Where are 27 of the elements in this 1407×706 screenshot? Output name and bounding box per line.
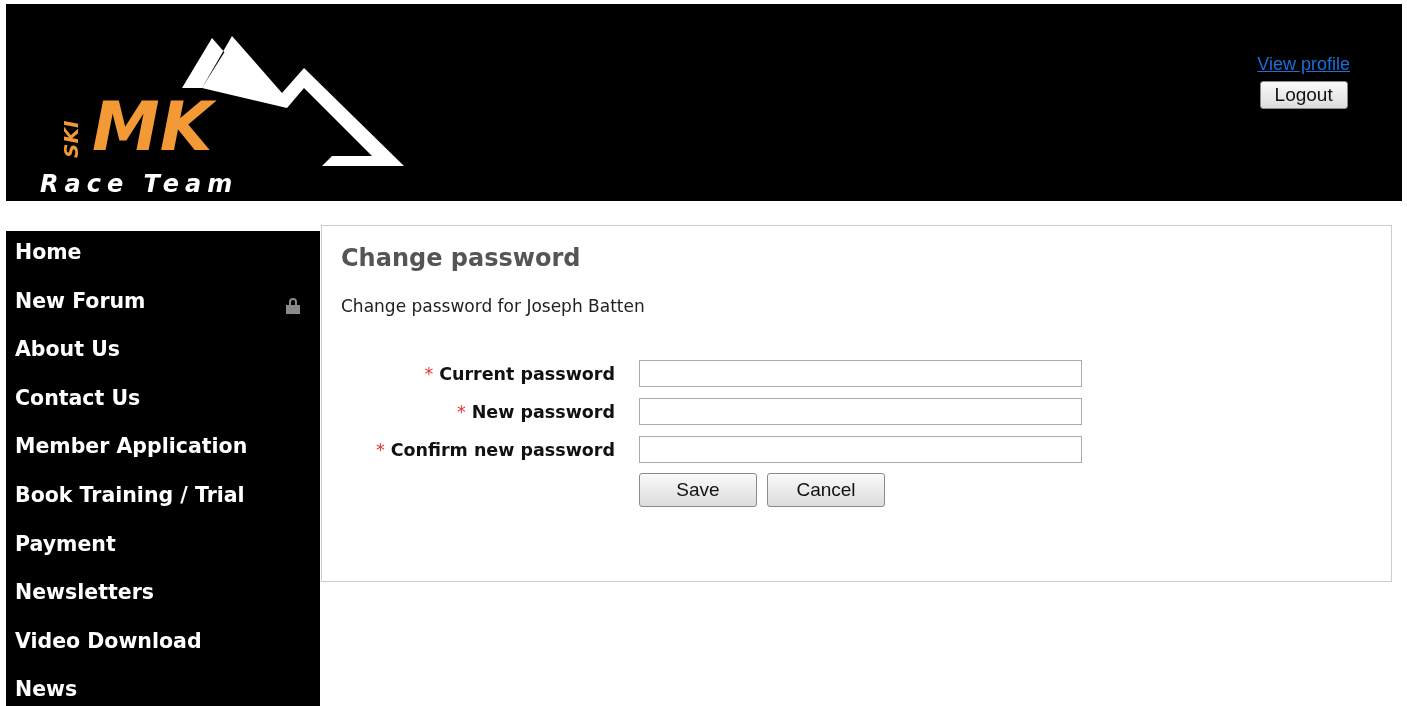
password-field[interactable] bbox=[639, 360, 1082, 387]
description-text: Change password for Joseph Batten bbox=[341, 296, 646, 316]
required-mark: * bbox=[375, 439, 385, 460]
sidebar-item[interactable]: New Forum bbox=[15, 285, 146, 316]
sidebar-item[interactable]: Member Application bbox=[15, 431, 248, 462]
sidebar-item[interactable]: News bbox=[15, 674, 78, 705]
password-field[interactable] bbox=[639, 398, 1082, 425]
sidebar-item[interactable]: Book Training / Trial bbox=[15, 479, 245, 510]
required-mark: * bbox=[424, 363, 434, 384]
logout-button[interactable]: Logout bbox=[1259, 81, 1348, 109]
sidebar-item[interactable]: Newsletters bbox=[15, 577, 154, 608]
sidebar-item[interactable]: Home bbox=[15, 237, 82, 267]
sidebar-item[interactable]: Payment bbox=[15, 528, 116, 559]
cancel-button[interactable]: Cancel bbox=[767, 473, 885, 507]
page-title: Change password bbox=[341, 244, 582, 272]
logo-text: Race Team bbox=[40, 170, 239, 194]
logo-text: SKI bbox=[59, 120, 83, 158]
sidebar-item[interactable]: Contact Us bbox=[15, 382, 141, 413]
field-label: * New password bbox=[456, 401, 615, 422]
sidebar-item[interactable]: About Us bbox=[15, 334, 120, 365]
required-mark: * bbox=[456, 401, 466, 422]
sidebar-item[interactable]: Video Download bbox=[15, 625, 202, 656]
save-button[interactable]: Save bbox=[639, 473, 757, 507]
view-profile-link[interactable]: View profile bbox=[1257, 54, 1350, 75]
field-label: * Current password bbox=[424, 363, 615, 384]
password-field[interactable] bbox=[639, 436, 1082, 463]
field-label: * Confirm new password bbox=[375, 439, 615, 460]
